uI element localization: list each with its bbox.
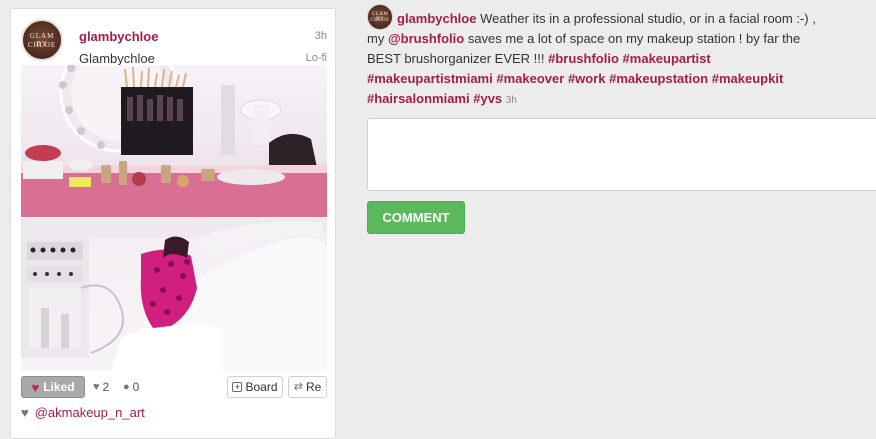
heart-icon: ♥ [93,380,100,393]
comment-button[interactable]: COMMENT [367,201,465,234]
post-photo[interactable] [21,65,327,371]
post-filter: Lo-fi [305,52,327,64]
comments-count[interactable]: ● 0 [123,380,139,394]
makeup-station-illustration [21,65,327,217]
heart-icon: ♥ [31,379,40,395]
hashtag[interactable]: #makeupkit [712,71,784,86]
photo-top-panel [21,65,327,217]
avatar-logo-text: CHLOE [27,41,57,49]
hashtag[interactable]: #brushfolio [548,51,619,66]
repost-label: Re [305,380,322,394]
board-label: Board [245,380,278,394]
comments-count-value: 0 [132,380,140,394]
post-username[interactable]: glambychloe [79,29,158,44]
post-time: 3h [314,30,327,42]
comment-icon: ● [123,380,130,393]
liker-username[interactable]: @akmakeup_n_art [35,405,145,420]
hashtag[interactable]: #makeupartist [623,51,711,66]
photo-bottom-panel [21,218,327,371]
hashtag[interactable]: #makeover [496,71,564,86]
hashtag[interactable]: #hairsalonmiami [367,91,470,106]
post-full-name: Glambychloe [79,51,155,66]
post-header: GLAM BY CHLOE glambychloe Glambychloe 3h… [21,19,327,66]
hashtag[interactable]: #makeupstation [609,71,708,86]
liker-row: ♥ @akmakeup_n_art [21,405,145,420]
liked-button[interactable]: ♥ Liked [21,376,85,398]
post-actions: ♥ Liked ♥ 2 ● 0 + Board ⇄ Re [21,375,327,399]
repost-button[interactable]: ⇄ Re [288,376,327,398]
plus-icon: + [232,382,243,392]
hashtag[interactable]: #work [568,71,606,86]
post-caption: glambychloe Weather its in a professiona… [367,9,827,111]
board-button[interactable]: + Board [227,376,283,398]
comment-input[interactable] [367,118,876,191]
caption-time: 3h [505,95,517,106]
repost-icon: ⇄ [293,380,303,393]
hashtag[interactable]: #yvs [473,91,502,106]
avatar[interactable]: GLAM BY CHLOE [21,19,63,61]
post-card: GLAM BY CHLOE glambychloe Glambychloe 3h… [10,8,336,439]
caption-username[interactable]: glambychloe [397,11,476,26]
facial-room-illustration [21,218,327,371]
liked-label: Liked [43,380,75,394]
likes-count[interactable]: ♥ 2 [93,380,109,394]
heart-icon: ♥ [21,405,29,420]
likes-count-value: 2 [102,380,110,394]
caption-mention[interactable]: @brushfolio [388,31,464,46]
hashtag[interactable]: #makeupartistmiami [367,71,493,86]
